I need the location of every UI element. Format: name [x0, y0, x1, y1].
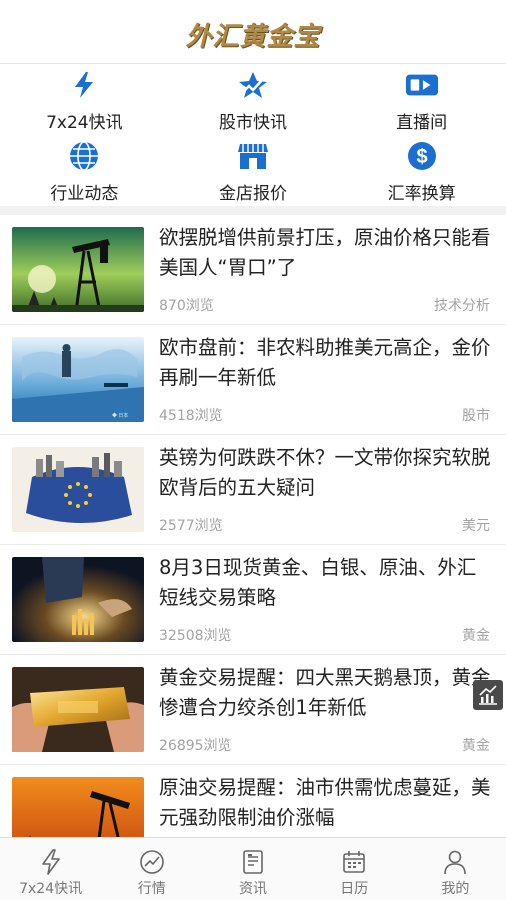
user-icon [444, 850, 467, 875]
news-item[interactable]: 黄金交易提醒：四大黑天鹅悬顶，黄金惨遭合力绞杀创1年新低 26895浏览 黄金 [0, 655, 506, 765]
news-thumbnail [12, 227, 144, 312]
calendar-icon [343, 851, 366, 873]
news-title: 8月3日现货黄金、白银、原油、外汇短线交易策略 [159, 556, 477, 609]
stock-star-icon [236, 68, 270, 102]
news-title: 欧市盘前：非农料助推美元高企，金价再刷一年新低 [159, 336, 491, 389]
tab-label: 我的 [441, 881, 470, 897]
tab-profile[interactable]: 我的 [405, 838, 506, 900]
tab-news[interactable]: 资讯 [202, 838, 303, 900]
news-item[interactable]: ◆ 日本 欧市盘前：非农料助推美元高企，金价再刷一年新低 4518浏览 股市 [0, 325, 506, 435]
quick-link-label: 行业动态 [50, 184, 119, 204]
news-views: 870浏览 [159, 298, 214, 314]
bottom-tab-bar: 7x24快讯 行情 资讯 日历 我的 [0, 837, 506, 900]
trend-chart-icon [479, 685, 497, 705]
video-camera-icon [405, 68, 439, 102]
news-title: 黄金交易提醒：四大黑天鹅悬顶，黄金惨遭合力绞杀创1年新低 [159, 666, 491, 719]
globe-icon [67, 139, 101, 173]
tab-label: 日历 [340, 881, 369, 897]
news-category-tag[interactable]: 美元 [462, 515, 490, 535]
tab-label: 资讯 [239, 881, 267, 897]
section-divider [0, 206, 506, 215]
news-title: 英镑为何跌跌不休？一文带你探究软脱欧背后的五大疑问 [159, 446, 491, 499]
quick-link-live-room[interactable]: 直播间 [337, 64, 506, 135]
lightning-icon [67, 68, 101, 102]
news-title: 欲摆脱增供前景打压，原油价格只能看美国人“胃口”了 [159, 226, 491, 279]
news-title: 原油交易提醒：油市供需忧虑蔓延，美元强劲限制油价涨幅 [159, 776, 491, 829]
news-item[interactable]: 8月3日现货黄金、白银、原油、外汇短线交易策略 32508浏览 黄金 [0, 545, 506, 655]
news-category-tag[interactable]: 股市 [462, 405, 490, 425]
svg-text:$: $ [416, 146, 427, 168]
news-category-tag[interactable]: 黄金 [462, 625, 490, 645]
quick-link-label: 汇率换算 [387, 184, 456, 204]
news-item[interactable]: 欲摆脱增供前景打压，原油价格只能看美国人“胃口”了 870浏览 技术分析 [0, 215, 506, 325]
chart-circle-icon [139, 850, 164, 874]
quick-link-label: 股市快讯 [218, 113, 287, 133]
tab-calendar[interactable]: 日历 [304, 838, 405, 900]
news-views: 32508浏览 [159, 628, 232, 644]
news-item[interactable]: 原油交易提醒：油市供需忧虑蔓延，美元强劲限制油价涨幅 [0, 765, 506, 837]
news-thumbnail: ◆ 日本 [12, 337, 144, 422]
store-icon [236, 139, 270, 173]
news-thumbnail [12, 777, 144, 837]
news-thumbnail [12, 447, 144, 532]
app-logo: 外汇黄金宝 [185, 22, 321, 52]
news-views: 2577浏览 [159, 518, 223, 534]
quick-links-grid: 7x24快讯 股市快讯 直播间 行业动态 金店报价 $ 汇率换算 [0, 64, 506, 206]
dollar-coin-icon: $ [405, 139, 439, 173]
floating-chart-button[interactable] [473, 680, 503, 710]
news-list: 欲摆脱增供前景打压，原油价格只能看美国人“胃口”了 870浏览 技术分析 ◆ 日… [0, 215, 506, 837]
news-thumbnail [12, 667, 144, 752]
tab-market[interactable]: 行情 [101, 838, 202, 900]
app-header: 外汇黄金宝 [0, 0, 506, 64]
svg-text:◆ 日本: ◆ 日本 [112, 412, 128, 419]
quick-link-exchange-rate[interactable]: $ 汇率换算 [337, 135, 506, 206]
tab-label: 行情 [137, 881, 166, 897]
news-category-tag[interactable]: 黄金 [462, 735, 490, 755]
quick-link-label: 直播间 [396, 113, 448, 133]
quick-link-stock-news[interactable]: 股市快讯 [169, 64, 338, 135]
quick-link-7x24[interactable]: 7x24快讯 [0, 64, 169, 135]
news-views: 4518浏览 [159, 408, 223, 424]
quick-link-label: 7x24快讯 [46, 113, 123, 133]
document-icon [243, 850, 263, 874]
tab-label: 7x24快讯 [19, 881, 83, 897]
lightning-outline-icon [41, 849, 60, 875]
tab-7x24[interactable]: 7x24快讯 [0, 838, 101, 900]
news-item[interactable]: 英镑为何跌跌不休？一文带你探究软脱欧背后的五大疑问 2577浏览 美元 [0, 435, 506, 545]
quick-link-gold-store[interactable]: 金店报价 [169, 135, 338, 206]
news-thumbnail [12, 557, 144, 642]
quick-link-label: 金店报价 [218, 184, 287, 204]
news-category-tag[interactable]: 技术分析 [434, 295, 490, 315]
news-views: 26895浏览 [159, 738, 232, 754]
quick-link-industry[interactable]: 行业动态 [0, 135, 169, 206]
